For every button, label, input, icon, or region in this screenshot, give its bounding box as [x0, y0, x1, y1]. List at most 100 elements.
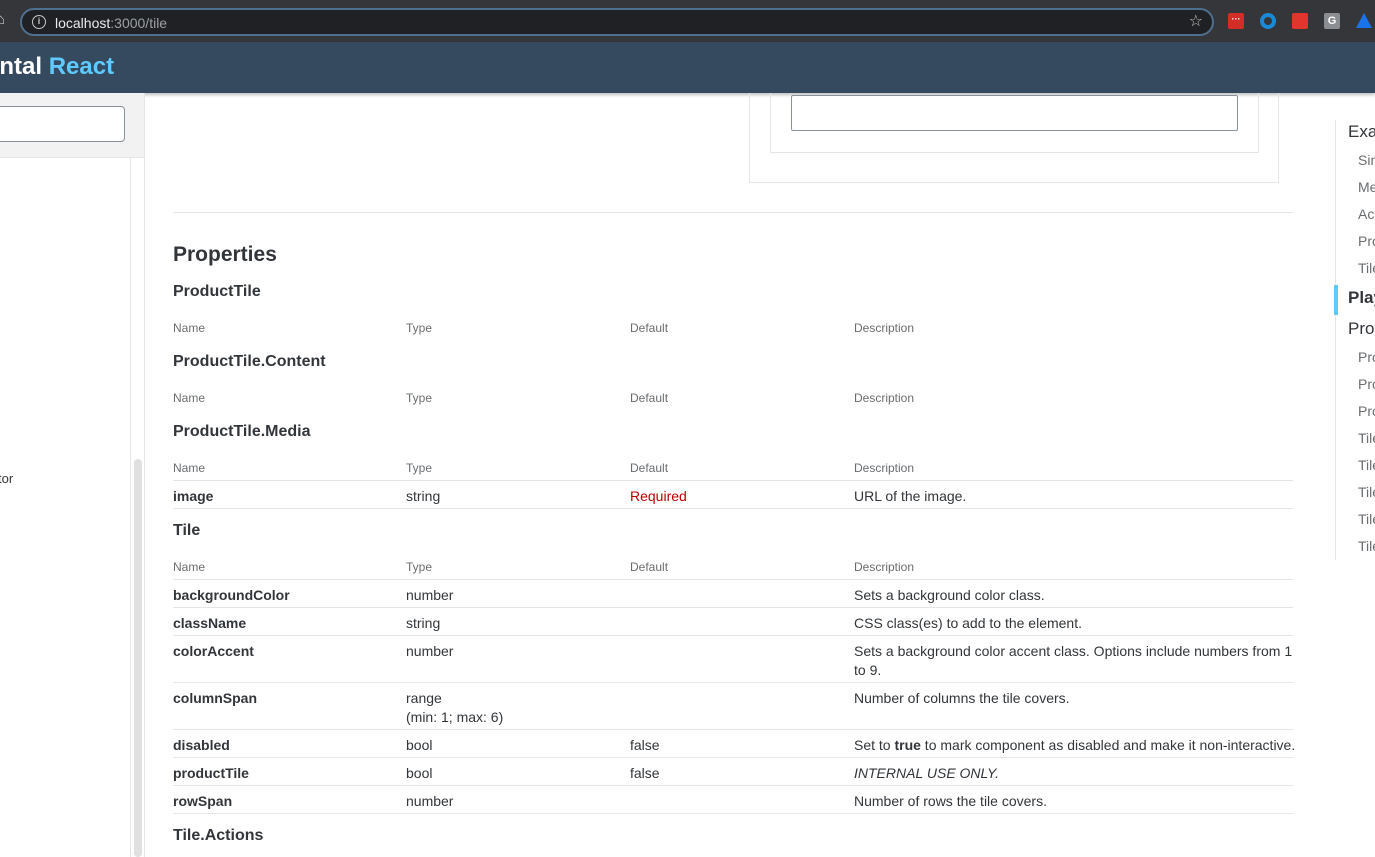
table-end-rule	[173, 813, 1293, 814]
toc-item[interactable]: Pro	[1358, 233, 1375, 249]
toc-item[interactable]: Pro	[1358, 403, 1375, 419]
col-name: Name	[173, 461, 206, 475]
sidebar-item[interactable]: tor	[0, 471, 13, 486]
toc-rail	[1335, 120, 1336, 560]
prop-description: CSS class(es) to add to the element.	[854, 615, 1082, 631]
sidebar-search-input[interactable]	[0, 106, 125, 142]
prop-type-detail: (min: 1; max: 6)	[406, 709, 504, 725]
prop-type: range	[406, 690, 442, 706]
table-row: backgroundColor number Sets a background…	[173, 579, 1293, 607]
prop-default: false	[630, 765, 660, 781]
desc-post: to mark component as disabled and make i…	[920, 737, 1296, 753]
prop-type: number	[406, 793, 454, 809]
toc-item[interactable]: Sin	[1358, 152, 1375, 168]
toc-active-indicator	[1334, 285, 1338, 315]
prop-description: Number of rows the tile covers.	[854, 793, 1047, 809]
col-type: Type	[406, 321, 433, 335]
prop-default: false	[630, 737, 660, 753]
prop-name: productTile	[173, 765, 249, 781]
section-title-tile: Tile	[173, 522, 201, 539]
section-title-producttile-media: ProductTile.Media	[173, 423, 311, 440]
section-title-producttile: ProductTile	[173, 283, 261, 300]
sidebar-search-area	[0, 93, 144, 158]
url-host: localhost	[55, 15, 111, 31]
col-name: Name	[173, 321, 206, 335]
table-row: colorAccent number Sets a background col…	[173, 635, 1293, 682]
toc-item[interactable]: Tile	[1358, 260, 1375, 276]
prop-type: number	[406, 587, 454, 603]
prop-type: bool	[406, 737, 433, 753]
prop-type: string	[406, 488, 441, 504]
prop-description: Number of columns the tile covers.	[854, 690, 1070, 706]
section-title-producttile-content: ProductTile.Content	[173, 353, 326, 370]
prop-description: INTERNAL USE ONLY.	[854, 765, 999, 781]
col-name: Name	[173, 391, 206, 405]
table-header: Name Type Default Description	[173, 391, 1293, 407]
drive-extension-icon[interactable]	[1356, 13, 1372, 28]
prop-name: backgroundColor	[173, 587, 290, 603]
col-name: Name	[173, 560, 206, 574]
col-description: Description	[854, 321, 915, 335]
toc-item[interactable]: Tile	[1358, 511, 1375, 527]
col-description: Description	[854, 461, 915, 475]
prop-description: Sets a background color class.	[854, 587, 1045, 603]
app-header: ental React	[0, 42, 1375, 93]
table-row: rowSpan number Number of rows the tile c…	[173, 785, 1293, 813]
g-extension-icon[interactable]: G	[1324, 13, 1340, 29]
prop-name: className	[173, 615, 247, 631]
toc-item[interactable]: Me	[1358, 179, 1375, 195]
brand-text: ental	[0, 53, 43, 80]
example-panel: content	[749, 93, 1279, 183]
prop-type: string	[406, 615, 441, 631]
section-divider	[173, 212, 1293, 213]
octotree-extension-icon[interactable]	[1292, 13, 1308, 29]
url-text: localhost:3000/tile	[55, 15, 167, 31]
toc-item[interactable]: Tile	[1358, 484, 1375, 500]
desc-pre: Set to	[854, 737, 895, 753]
prop-description: URL of the image.	[854, 488, 967, 504]
content-input[interactable]	[791, 95, 1238, 131]
col-type: Type	[406, 391, 433, 405]
toc-item[interactable]: Pro	[1358, 376, 1375, 392]
toc-item-properties[interactable]: Prop	[1348, 319, 1375, 339]
prop-description: Sets a background color accent class. Op…	[854, 643, 1293, 678]
prop-description: Set to true to mark component as disable…	[854, 736, 1314, 755]
col-default: Default	[630, 560, 669, 574]
sidebar-divider	[130, 158, 131, 857]
table-row: disabled bool false Set to true to mark …	[173, 729, 1295, 757]
bookmark-star-icon[interactable]: ☆	[1189, 13, 1203, 31]
toc-item[interactable]: Tile	[1358, 457, 1375, 473]
lastpass-extension-icon[interactable]: ···	[1228, 13, 1244, 29]
address-bar[interactable]: i localhost:3000/tile ☆	[20, 8, 1214, 36]
example-form: content	[770, 93, 1259, 153]
table-header: Name Type Default Description	[173, 461, 1293, 477]
col-description: Description	[854, 391, 915, 405]
brand-logo[interactable]: ental React	[0, 53, 114, 81]
toc-item[interactable]: Act	[1358, 206, 1375, 222]
table-of-contents: Exa Sin Me Act Pro Tile Play Prop Pro Pr…	[1330, 93, 1375, 857]
table-row: productTile bool false INTERNAL USE ONLY…	[173, 757, 1293, 785]
circle-extension-icon[interactable]	[1260, 13, 1276, 29]
prop-name: disabled	[173, 737, 230, 753]
table-end-rule	[173, 508, 1293, 509]
col-type: Type	[406, 461, 433, 475]
col-type: Type	[406, 560, 433, 574]
toc-item[interactable]: Pro	[1358, 349, 1375, 365]
url-path: :3000/tile	[110, 15, 168, 31]
toc-item-examples[interactable]: Exa	[1348, 122, 1375, 142]
toc-item-playground[interactable]: Play	[1348, 288, 1375, 308]
toc-item[interactable]: Tile	[1358, 538, 1375, 554]
toc-item[interactable]: Tile	[1358, 430, 1375, 446]
desc-bold: true	[894, 737, 921, 753]
browser-toolbar: ⌂ i localhost:3000/tile ☆ ··· G	[0, 0, 1375, 42]
sidebar-scrollbar[interactable]	[134, 459, 142, 857]
prop-name: columnSpan	[173, 690, 258, 706]
info-icon[interactable]: i	[32, 15, 46, 29]
col-default: Default	[630, 461, 669, 475]
col-default: Default	[630, 391, 669, 405]
prop-name: image	[173, 488, 214, 504]
prop-type: bool	[406, 765, 433, 781]
table-header: Name Type Default Description	[173, 560, 1293, 576]
home-icon[interactable]: ⌂	[0, 12, 10, 28]
prop-name: colorAccent	[173, 643, 254, 659]
